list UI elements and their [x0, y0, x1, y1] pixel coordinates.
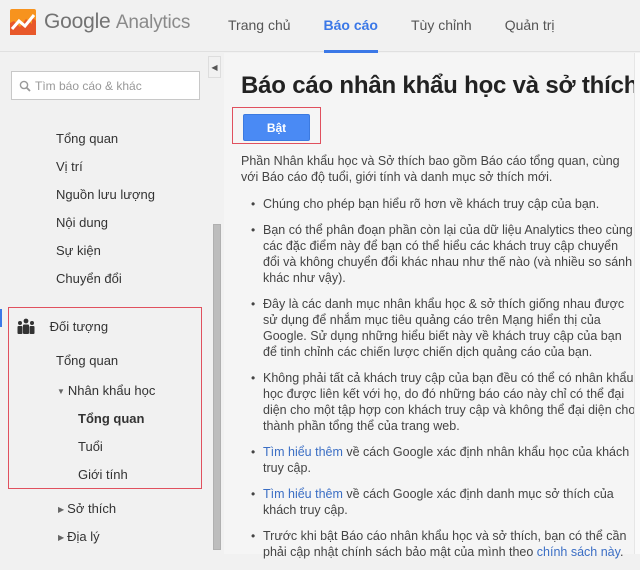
sidebar-scrollbar[interactable] — [213, 224, 221, 550]
sidebar-item-location[interactable]: Vị trí — [56, 159, 83, 174]
list-item-text: Chúng cho phép bạn hiểu rõ hơn về khách … — [263, 197, 600, 211]
logo-brand: Google — [44, 10, 111, 33]
audience-label: Đối tượng — [49, 319, 109, 334]
sidebar-item-interests[interactable]: ▶ Sở thích — [58, 501, 116, 516]
tab-admin[interactable]: Quản trị — [505, 0, 555, 52]
bullet-icon: • — [251, 197, 256, 211]
learn-more-demographics-link[interactable]: Tìm hiểu thêm — [263, 445, 343, 459]
sidebar-item-events[interactable]: Sự kiện — [56, 243, 101, 258]
top-bar: Google Analytics Trang chủ Báo cáo Tùy c… — [0, 0, 640, 53]
bullet-icon: • — [251, 223, 256, 237]
sidebar-item-traffic-sources[interactable]: Nguồn lưu lượng — [56, 187, 155, 202]
sidebar-item-content[interactable]: Nội dung — [56, 215, 108, 230]
arrow-left-icon: ◀ — [211, 62, 218, 72]
logo-product: Analytics — [115, 12, 191, 33]
tab-reports[interactable]: Báo cáo — [323, 0, 379, 53]
demographics-label: Nhân khẩu học — [67, 383, 156, 398]
list-item-text: Đây là các danh mục nhân khẩu học & sở t… — [263, 297, 625, 359]
caret-right-icon: ▶ — [58, 505, 65, 514]
page-title: Báo cáo nhân khẩu học và sở thích — [241, 72, 639, 99]
sidebar-section-audience[interactable]: Đối tượng — [16, 318, 108, 334]
sidebar-item-age[interactable]: Tuổi — [78, 439, 103, 454]
learn-more-interests-link[interactable]: Tìm hiểu thêm — [263, 487, 343, 501]
tab-customization[interactable]: Tùy chỉnh — [411, 0, 472, 52]
main-nav: Trang chủ Báo cáo Tùy chỉnh Quản trị — [228, 0, 588, 53]
sidebar: Tổng quan Vị trí Nguồn lưu lượng Nội dun… — [0, 53, 222, 554]
report-search[interactable] — [11, 71, 200, 100]
sidebar-item-overview[interactable]: Tổng quan — [56, 131, 118, 146]
list-item: • Bạn có thể phân đoạn phần còn lại của d… — [241, 222, 636, 286]
search-icon — [19, 80, 31, 92]
caret-down-icon: ▼ — [57, 387, 65, 396]
bullet-icon: • — [251, 529, 256, 543]
audience-people-icon — [17, 318, 35, 334]
list-item-text: . — [619, 545, 624, 559]
caret-right-icon: ▶ — [58, 533, 65, 542]
bullet-icon: • — [251, 445, 256, 459]
privacy-policy-link[interactable]: chính sách này — [537, 545, 620, 559]
list-item-text: Bạn có thể phân đoạn phần còn lại của dữ… — [263, 223, 633, 285]
logo-text: Google Analytics — [44, 10, 190, 34]
enable-button[interactable]: Bật — [243, 114, 310, 141]
tab-home[interactable]: Trang chủ — [228, 0, 291, 52]
sidebar-item-gender[interactable]: Giới tính — [78, 467, 128, 482]
sidebar-item-demographics-overview[interactable]: Tổng quan — [78, 411, 144, 426]
list-item: • Tìm hiểu thêm về cách Google xác định d… — [241, 486, 636, 518]
audience-highlight-box — [8, 307, 202, 489]
list-item: • Chúng cho phép bạn hiểu rõ hơn về khách… — [241, 196, 636, 212]
google-analytics-logo[interactable]: Google Analytics — [10, 9, 190, 35]
list-item-text: Không phải tất cả khách truy cập của bạn… — [263, 371, 636, 433]
collapse-sidebar-button[interactable]: ◀ — [208, 56, 221, 78]
list-item: • Không phải tất cả khách truy cập của bạ… — [241, 370, 636, 434]
search-input[interactable] — [35, 78, 195, 93]
sidebar-item-audience-overview[interactable]: Tổng quan — [56, 353, 118, 368]
bullet-icon: • — [251, 487, 256, 501]
active-section-indicator — [0, 309, 2, 327]
sidebar-item-demographics[interactable]: ▼ Nhân khẩu học — [57, 383, 155, 398]
sidebar-item-conversions[interactable]: Chuyển đổi — [56, 271, 122, 286]
bullet-icon: • — [251, 371, 256, 385]
right-panel-edge — [634, 53, 640, 554]
feature-list: • Chúng cho phép bạn hiểu rõ hơn về khách… — [241, 196, 636, 570]
analytics-logo-icon — [10, 9, 36, 35]
geo-label: Địa lý — [67, 529, 100, 544]
intro-text: Phần Nhân khẩu học và Sở thích bao gồm B… — [241, 154, 620, 184]
sidebar-item-geo[interactable]: ▶ Địa lý — [58, 529, 100, 544]
list-item: • Tìm hiểu thêm về cách Google xác định n… — [241, 444, 636, 476]
list-item: • Trước khi bật Báo cáo nhân khẩu học và … — [241, 528, 636, 560]
interests-label: Sở thích — [67, 501, 117, 516]
bullet-icon: • — [251, 297, 256, 311]
main-content: Báo cáo nhân khẩu học và sở thích Bật Ph… — [224, 53, 640, 559]
list-item: • Đây là các danh mục nhân khẩu học & sở … — [241, 296, 636, 360]
